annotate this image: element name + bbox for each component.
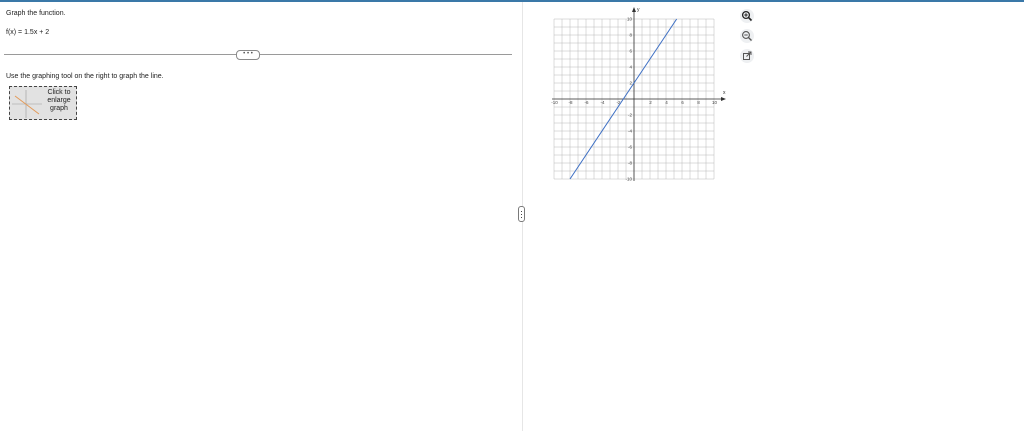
x-tick-label: -6	[584, 100, 588, 105]
x-tick-label: 10	[712, 100, 718, 105]
y-tick-label: -8	[628, 161, 632, 166]
instruction-text: Use the graphing tool on the right to gr…	[6, 73, 164, 80]
zoom-out-button[interactable]	[740, 29, 754, 43]
zoom-in-icon	[741, 10, 753, 22]
x-tick-label: -4	[600, 100, 604, 105]
y-tick-label: -4	[628, 129, 632, 134]
enlarge-graph-button[interactable]: Click to enlarge graph	[9, 86, 77, 120]
popout-icon	[743, 51, 752, 60]
prompt-title: Graph the function.	[6, 10, 66, 17]
y-axis-arrow	[632, 7, 636, 12]
x-axis-arrow	[721, 97, 726, 101]
question-pane: Graph the function. f(x) = 1.5x + 2 • • …	[0, 2, 520, 431]
splitter-handle[interactable]	[518, 206, 525, 222]
x-tick-label: 6	[681, 100, 684, 105]
x-tick-label: 8	[697, 100, 700, 105]
zoom-in-button[interactable]	[740, 9, 754, 23]
x-tick-label: -10	[551, 100, 558, 105]
enlarge-graph-label: Click to enlarge graph	[47, 89, 71, 112]
graph-thumbnail-icon	[12, 90, 42, 118]
zoom-out-icon	[742, 31, 752, 41]
popout-button[interactable]	[740, 49, 754, 63]
y-tick-label: -10	[625, 177, 632, 182]
x-axis-label: x	[723, 90, 726, 96]
y-tick-label: -6	[628, 145, 632, 150]
y-tick-label: 10	[627, 17, 633, 22]
x-tick-label: 2	[649, 100, 652, 105]
y-tick-label: -2	[628, 113, 632, 118]
function-text: f(x) = 1.5x + 2	[6, 29, 50, 36]
coordinate-plane[interactable]: xy-10 -8 -6 -4 -2 2 4 6 8 10108642-2-4-6-8-10	[540, 5, 740, 205]
y-axis-label: y	[637, 7, 640, 13]
x-tick-label: 4	[665, 100, 668, 105]
x-tick-label: -8	[568, 100, 572, 105]
more-button[interactable]: • • •	[236, 50, 260, 60]
graph-panel[interactable]: x y -10 -8 -6 -4 -2 2 4 6 8 10 10 8 6 4 2 -2 -4 -6 -8 -10	[540, 5, 740, 210]
